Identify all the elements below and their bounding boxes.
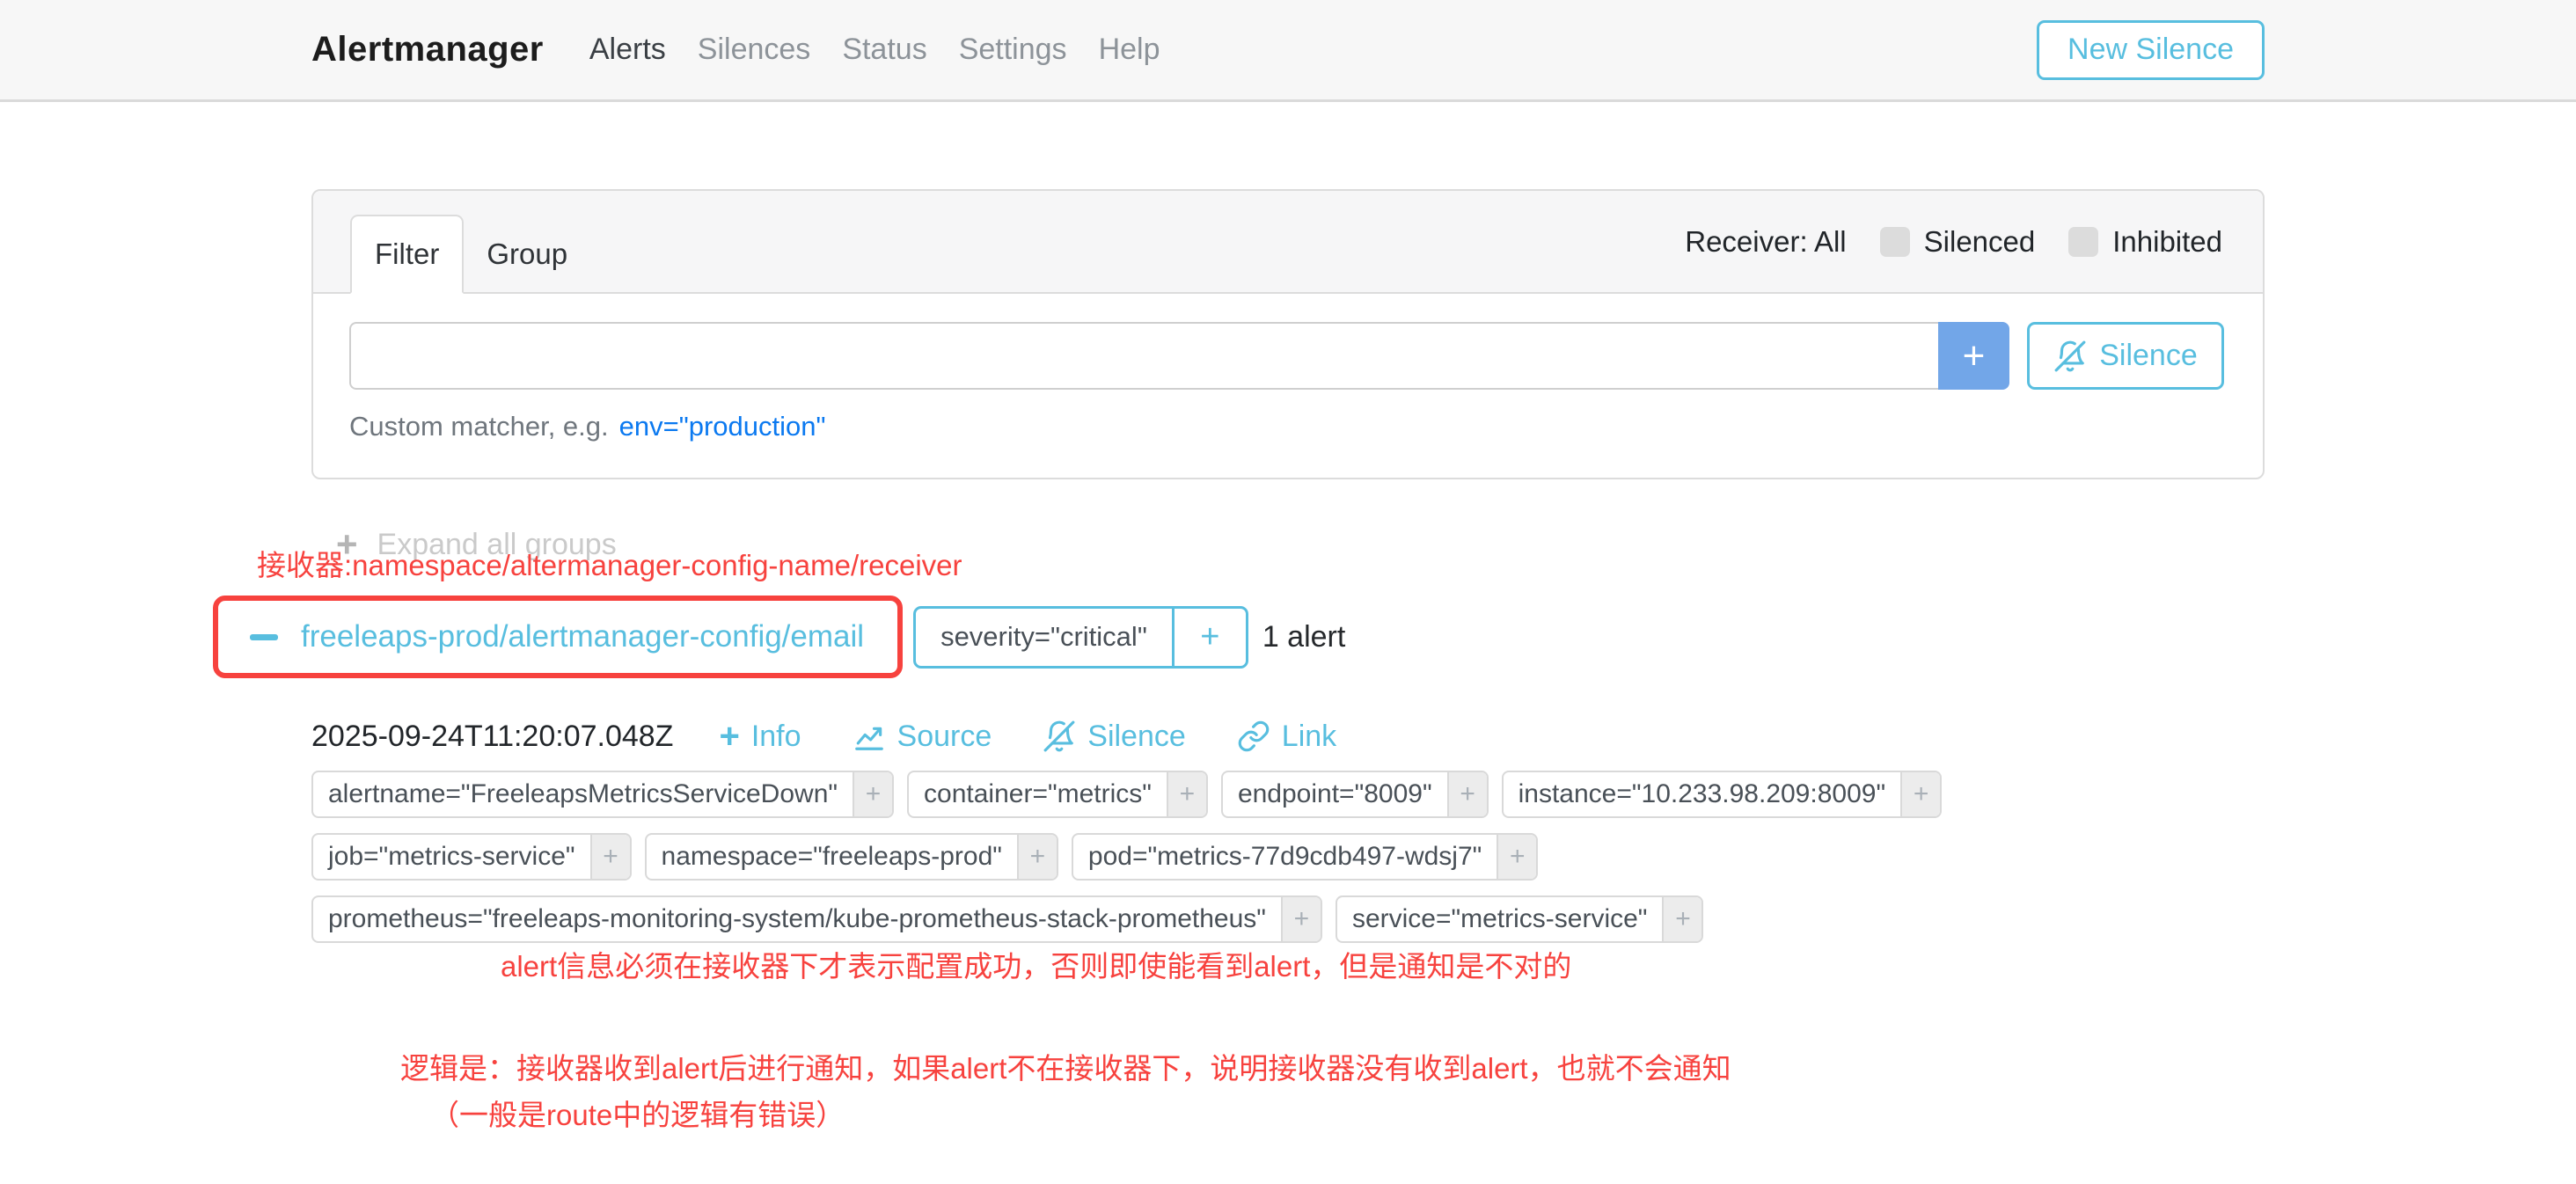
receiver-filter[interactable]: Receiver: All bbox=[1685, 225, 1846, 259]
hint-text: Custom matcher, e.g. bbox=[349, 411, 609, 442]
silenced-checkbox-group: Silenced bbox=[1880, 225, 2036, 259]
label-chip[interactable]: prometheus="freeleaps-monitoring-system/… bbox=[311, 895, 1322, 943]
silence-button[interactable]: Silence bbox=[2027, 322, 2224, 390]
receiver-annotation: 接收器:namespace/altermanager-config-name/r… bbox=[257, 547, 2265, 583]
silence-link[interactable]: Silence bbox=[1043, 720, 1186, 754]
collapse-minus-icon bbox=[250, 634, 278, 640]
add-matcher-button[interactable]: + bbox=[1938, 322, 2009, 390]
label-text: prometheus="freeleaps-monitoring-system/… bbox=[313, 897, 1281, 941]
annotation-config-note: alert信息必须在接收器下才表示配置成功，否则即使能看到alert，但是通知是… bbox=[501, 948, 2265, 984]
filter-card-header: Filter Group Receiver: All Silenced Inhi… bbox=[313, 191, 2263, 294]
tab-group[interactable]: Group bbox=[464, 215, 590, 294]
label-text: job="metrics-service" bbox=[313, 835, 590, 879]
label-chip[interactable]: alertname="FreeleapsMetricsServiceDown" … bbox=[311, 771, 894, 818]
source-link[interactable]: Source bbox=[853, 720, 992, 754]
nav-item-help[interactable]: Help bbox=[1099, 33, 1160, 67]
label-add-button[interactable]: + bbox=[1167, 772, 1206, 816]
new-silence-button[interactable]: New Silence bbox=[2037, 20, 2265, 80]
nav-item-silences[interactable]: Silences bbox=[698, 33, 811, 67]
silence-link-label: Silence bbox=[1087, 720, 1186, 754]
matcher-hint: Custom matcher, e.g. env="production" bbox=[349, 411, 2224, 442]
info-link[interactable]: + Info bbox=[719, 719, 801, 754]
nav-item-status[interactable]: Status bbox=[842, 33, 926, 67]
group-matcher-chip: severity="critical" + bbox=[913, 606, 1248, 669]
bell-slash-icon bbox=[2053, 340, 2087, 373]
label-text: endpoint="8009" bbox=[1223, 772, 1447, 816]
top-navbar: Alertmanager Alerts Silences Status Sett… bbox=[0, 0, 2576, 102]
label-chip[interactable]: pod="metrics-77d9cdb497-wdsj7" + bbox=[1072, 833, 1538, 881]
group-matcher-label[interactable]: severity="critical" bbox=[916, 609, 1172, 666]
label-text: container="metrics" bbox=[909, 772, 1167, 816]
label-add-button[interactable]: + bbox=[1017, 835, 1057, 879]
label-text: service="metrics-service" bbox=[1337, 897, 1663, 941]
app-brand[interactable]: Alertmanager bbox=[311, 30, 544, 69]
label-add-button[interactable]: + bbox=[1281, 897, 1321, 941]
label-chip[interactable]: container="metrics" + bbox=[907, 771, 1208, 818]
label-text: namespace="freeleaps-prod" bbox=[647, 835, 1017, 879]
plus-icon: + bbox=[719, 719, 739, 754]
silenced-label: Silenced bbox=[1924, 225, 2036, 259]
label-add-button[interactable]: + bbox=[590, 835, 630, 879]
generator-link[interactable]: Link bbox=[1237, 720, 1336, 754]
label-text: pod="metrics-77d9cdb497-wdsj7" bbox=[1073, 835, 1497, 879]
nav-item-settings[interactable]: Settings bbox=[959, 33, 1067, 67]
alert-count: 1 alert bbox=[1262, 620, 1346, 654]
tab-filter[interactable]: Filter bbox=[350, 215, 464, 294]
alert-timestamp: 2025-09-24T11:20:07.048Z bbox=[311, 720, 673, 754]
matcher-input[interactable] bbox=[349, 322, 1938, 390]
inhibited-label: Inhibited bbox=[2112, 225, 2222, 259]
annotation-logic-note: 逻辑是：接收器收到alert后进行通知，如果alert不在接收器下，说明接收器没… bbox=[400, 1050, 2265, 1086]
label-add-button[interactable]: + bbox=[853, 772, 892, 816]
inhibited-checkbox[interactable] bbox=[2068, 227, 2098, 257]
info-link-label: Info bbox=[751, 720, 801, 754]
alert-group-row: freeleaps-prod/alertmanager-config/email… bbox=[213, 596, 2265, 678]
label-text: alertname="FreeleapsMetricsServiceDown" bbox=[313, 772, 853, 816]
label-chip[interactable]: service="metrics-service" + bbox=[1336, 895, 1704, 943]
group-receiver-button[interactable]: freeleaps-prod/alertmanager-config/email bbox=[301, 619, 864, 654]
link-link-label: Link bbox=[1282, 720, 1336, 754]
label-add-button[interactable]: + bbox=[1662, 897, 1701, 941]
hint-example-link[interactable]: env="production" bbox=[619, 411, 826, 442]
filter-card-body: + Silence Custom matcher, e.g. env="produ… bbox=[313, 294, 2263, 478]
alert-labels: alertname="FreeleapsMetricsServiceDown" … bbox=[311, 771, 2265, 943]
annotation-highlight-box: freeleaps-prod/alertmanager-config/email bbox=[213, 596, 903, 678]
label-chip[interactable]: endpoint="8009" + bbox=[1221, 771, 1489, 818]
main-content: Filter Group Receiver: All Silenced Inhi… bbox=[311, 189, 2265, 1133]
label-chip[interactable]: job="metrics-service" + bbox=[311, 833, 632, 881]
annotation-route-note: （一般是route中的逻辑有错误） bbox=[430, 1097, 2265, 1133]
alert-detail: 2025-09-24T11:20:07.048Z + Info Source bbox=[311, 719, 2265, 943]
label-chip[interactable]: namespace="freeleaps-prod" + bbox=[645, 833, 1058, 881]
label-chip[interactable]: instance="10.233.98.209:8009" + bbox=[1502, 771, 1942, 818]
bell-slash-icon bbox=[1043, 720, 1076, 753]
filter-card: Filter Group Receiver: All Silenced Inhi… bbox=[311, 189, 2265, 479]
label-add-button[interactable]: + bbox=[1900, 772, 1940, 816]
silenced-checkbox[interactable] bbox=[1880, 227, 1910, 257]
link-icon bbox=[1237, 720, 1270, 753]
chart-icon bbox=[853, 720, 886, 753]
inhibited-checkbox-group: Inhibited bbox=[2068, 225, 2222, 259]
label-add-button[interactable]: + bbox=[1497, 835, 1536, 879]
nav-item-alerts[interactable]: Alerts bbox=[589, 33, 666, 67]
label-text: instance="10.233.98.209:8009" bbox=[1504, 772, 1900, 816]
silence-button-label: Silence bbox=[2099, 339, 2198, 373]
source-link-label: Source bbox=[897, 720, 992, 754]
group-matcher-add-button[interactable]: + bbox=[1172, 609, 1246, 666]
label-add-button[interactable]: + bbox=[1447, 772, 1487, 816]
